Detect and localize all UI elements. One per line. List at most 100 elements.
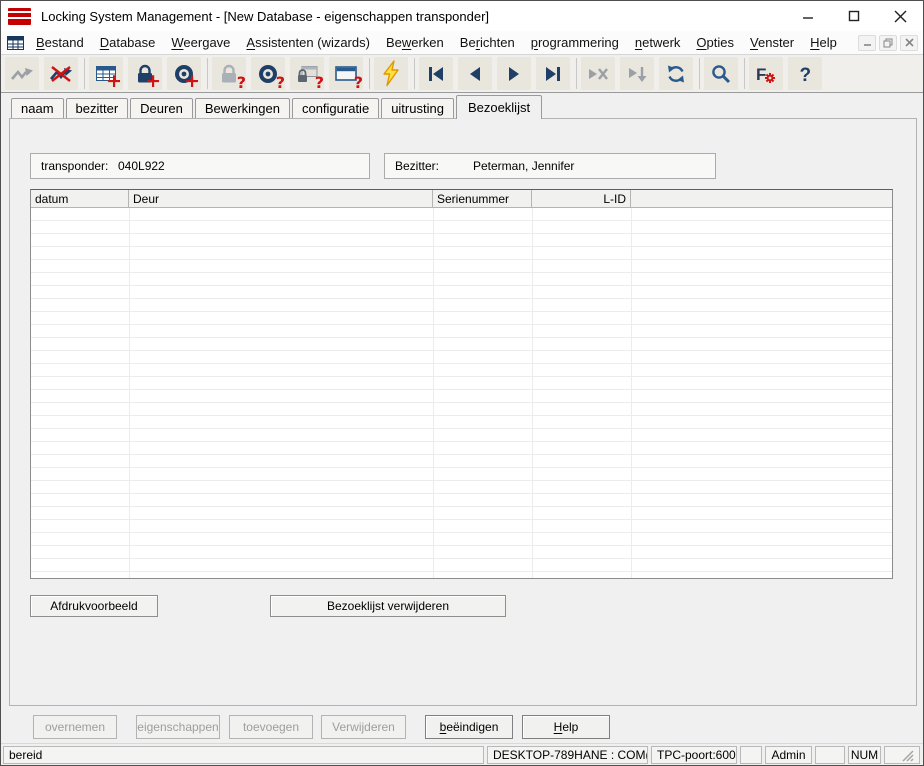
nav-next-button[interactable]	[497, 57, 531, 90]
window-query-button[interactable]: ?	[329, 57, 363, 92]
nav-first-icon	[425, 64, 447, 84]
window-title: Locking System Management - [New Databas…	[41, 8, 490, 24]
toolbar-separator	[414, 58, 415, 89]
transponder-value: 040L922	[118, 159, 165, 173]
overnemen-button: overnemen	[33, 715, 117, 739]
column-header-deur[interactable]: Deur	[129, 190, 433, 207]
lightning-icon	[380, 60, 402, 87]
status-num-lock: NUM	[848, 745, 881, 764]
filter-gear-button[interactable]: F	[749, 57, 783, 90]
status-ready: bereid	[3, 745, 484, 764]
tab-bewerkingen[interactable]: Bewerkingen	[194, 98, 290, 118]
status-tpc-port: TPC-poort:6001	[651, 745, 737, 764]
column-header-datum[interactable]: datum	[31, 190, 129, 207]
print-preview-button[interactable]: Afdrukvoorbeeld	[30, 595, 158, 617]
status-host-com: DESKTOP-789HANE : COM(*)	[487, 745, 648, 764]
lock-add-button[interactable]: +	[128, 57, 162, 92]
svg-text:F: F	[756, 65, 766, 84]
tab-naam[interactable]: naam	[11, 98, 64, 118]
lock-query-button[interactable]: ?	[212, 57, 246, 91]
transponder-query-button[interactable]: ?	[251, 57, 285, 91]
tab-bezoeklijst[interactable]: Bezoeklijst	[455, 95, 543, 119]
tab-deuren[interactable]: Deuren	[130, 98, 193, 118]
menubar: Bestand Database Weergave Assistenten (wiza…	[1, 31, 923, 54]
mdi-minimize-button[interactable]	[858, 34, 876, 51]
transponder-add-button[interactable]: +	[167, 57, 201, 92]
minimize-button[interactable]	[785, 1, 831, 31]
menu-programmering[interactable]: programmering	[523, 33, 627, 52]
nav-first-button[interactable]	[419, 57, 453, 90]
help-q-button[interactable]: ?	[788, 57, 822, 90]
status-resize-grip	[884, 745, 920, 764]
menu-netwerk[interactable]: netwerk	[627, 33, 689, 52]
close-button[interactable]	[877, 1, 923, 31]
mdi-close-button[interactable]	[900, 34, 918, 51]
menu-database[interactable]: Database	[92, 33, 164, 52]
plus-overlay-icon: +	[145, 70, 161, 92]
nav-next-icon	[503, 64, 525, 84]
menu-bestand[interactable]: Bestand	[28, 33, 92, 52]
mdi-window-controls	[858, 34, 923, 51]
menu-bewerken[interactable]: Bewerken	[378, 33, 452, 52]
visit-table-header: datum Deur Serienummer L-ID	[31, 190, 892, 208]
maximize-button[interactable]	[831, 1, 877, 31]
document-icon	[7, 35, 24, 50]
nav-last-button[interactable]	[536, 57, 570, 90]
menu-weergave[interactable]: Weergave	[163, 33, 238, 52]
lightning-button[interactable]	[374, 57, 408, 90]
mdi-minimize-icon	[863, 44, 871, 46]
nav-prev-button[interactable]	[458, 57, 492, 90]
refresh-button[interactable]	[659, 57, 693, 90]
table-gridline	[532, 208, 533, 578]
help-button[interactable]: Help	[522, 715, 610, 739]
tab-page-bezoeklijst: transponder: 040L922 Bezitter: Peterman,…	[9, 118, 917, 706]
owner-value: Peterman, Jennifer	[473, 159, 575, 173]
table-gridline	[433, 208, 434, 578]
plus-overlay-icon: +	[106, 70, 122, 92]
table-add-button[interactable]: +	[89, 57, 123, 92]
tab-configuratie[interactable]: configuratie	[291, 98, 380, 118]
beindigen-button[interactable]: beëindigen	[425, 715, 513, 739]
menu-venster[interactable]: Venster	[742, 33, 802, 52]
question-overlay-icon: ?	[314, 73, 324, 92]
plus-overlay-icon: +	[184, 70, 200, 92]
column-header-l-id[interactable]: L-ID	[532, 190, 631, 207]
visit-list-table: datum Deur Serienummer L-ID	[30, 189, 893, 579]
mdi-close-icon	[904, 38, 914, 47]
eigenschappen-button: eigenschappen	[136, 715, 220, 739]
nav-last-icon	[542, 64, 564, 84]
column-header-serienummer[interactable]: Serienummer	[433, 190, 532, 207]
column-header-filler	[631, 190, 892, 207]
nav-skip-x-icon	[586, 64, 610, 84]
menu-opties[interactable]: Opties	[688, 33, 742, 52]
transponder-field: transponder: 040L922	[30, 153, 370, 179]
toevoegen-button: toevoegen	[229, 715, 313, 739]
jump-arrow-delete-button[interactable]	[44, 57, 78, 90]
tab-bezitter[interactable]: bezitter	[65, 98, 129, 118]
search-button[interactable]	[704, 57, 738, 90]
menu-assistenten-wizards[interactable]: Assistenten (wizards)	[238, 33, 378, 52]
verwijderen-button: Verwijderen	[321, 715, 406, 739]
clear-visit-list-button[interactable]: Bezoeklijst verwijderen	[270, 595, 506, 617]
question-overlay-icon: ?	[353, 73, 363, 92]
filter-gear-icon: F	[753, 63, 779, 85]
menu-berichten[interactable]: Berichten	[452, 33, 523, 52]
minimize-icon	[803, 17, 813, 19]
nav-skip-down-button	[620, 57, 654, 90]
jump-arrow-button	[5, 57, 39, 90]
titlebar: Locking System Management - [New Databas…	[1, 1, 923, 31]
lock-window-query-button[interactable]: ?	[290, 57, 324, 92]
menu-help[interactable]: Help	[802, 33, 845, 52]
toolbar-separator	[699, 58, 700, 89]
owner-field: Bezitter: Peterman, Jennifer	[384, 153, 716, 179]
nav-skip-x-button	[581, 57, 615, 90]
nav-prev-icon	[464, 64, 486, 84]
svg-text:?: ?	[800, 65, 812, 85]
toolbar: + + +???? F?	[1, 54, 923, 93]
visit-table-body[interactable]	[31, 208, 892, 578]
resize-grip-icon[interactable]	[902, 750, 914, 763]
jump-arrow-icon	[9, 63, 35, 85]
tab-uitrusting[interactable]: uitrusting	[381, 98, 454, 118]
mdi-restore-button[interactable]	[879, 34, 897, 51]
owner-label: Bezitter:	[395, 159, 440, 173]
